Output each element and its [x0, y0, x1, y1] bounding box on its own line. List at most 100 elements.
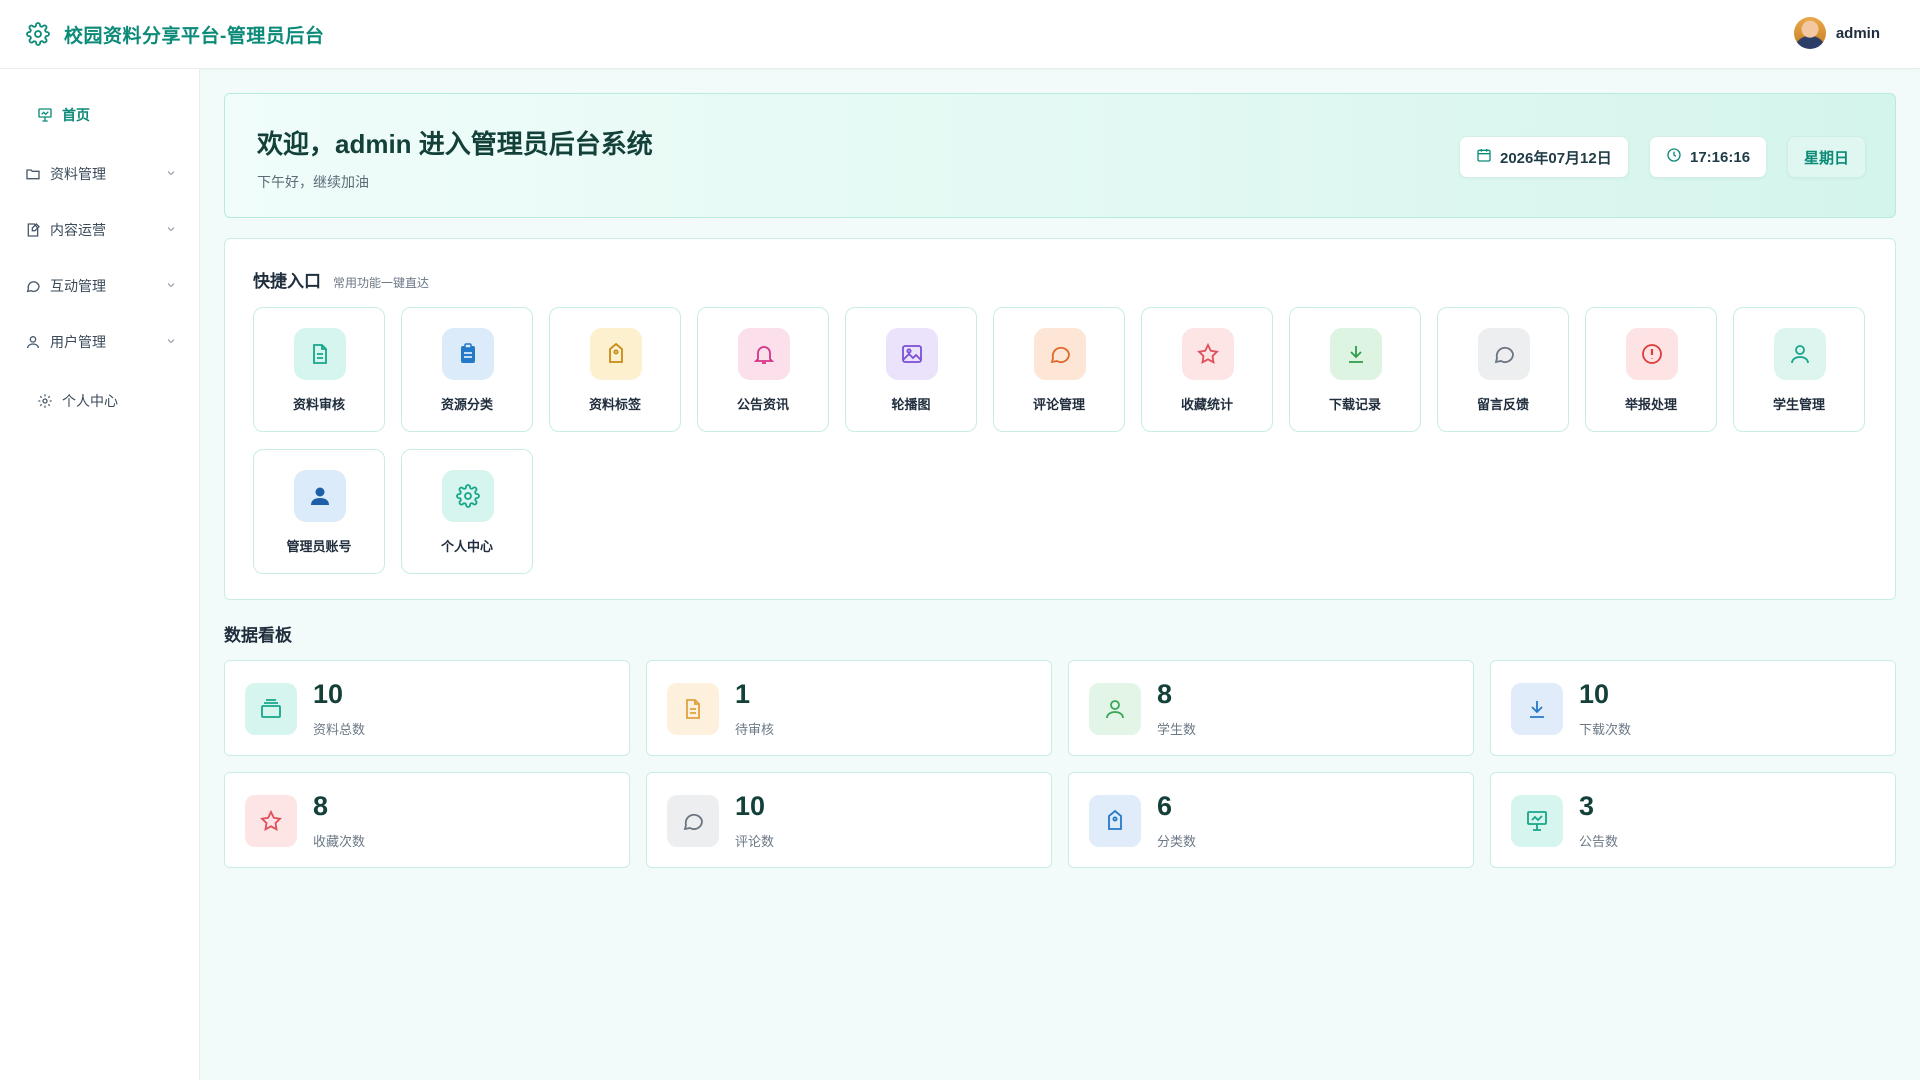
- stat-card-students[interactable]: 8 学生数: [1068, 660, 1474, 756]
- app-title: 校园资料分享平台-管理员后台: [64, 25, 325, 47]
- stat-label: 公告数: [1579, 834, 1619, 849]
- sidebar-item-label: 个人中心: [62, 393, 118, 409]
- star-icon: [1182, 328, 1234, 380]
- chevron-down-icon: [164, 278, 178, 292]
- quick-link-label: 管理员账号: [286, 539, 352, 554]
- admin-user-icon: [294, 470, 346, 522]
- quick-link-label: 资料标签: [588, 397, 641, 412]
- stat-value: 3: [1579, 791, 1595, 821]
- image-icon: [886, 328, 938, 380]
- quick-link-students[interactable]: 学生管理: [1733, 307, 1865, 432]
- quick-link-label: 下载记录: [1328, 397, 1381, 412]
- message-icon: [667, 795, 719, 847]
- stat-card-pending-review[interactable]: 1 待审核: [646, 660, 1052, 756]
- bell-icon: [738, 328, 790, 380]
- top-header: 校园资料分享平台-管理员后台 admin: [0, 0, 1920, 69]
- stat-value: 10: [1579, 679, 1610, 709]
- welcome-banner: 欢迎，admin 进入管理员后台系统 下午好，继续加油 2026年07月12日 …: [224, 93, 1896, 218]
- quick-link-label: 评论管理: [1032, 397, 1085, 412]
- quick-link-label: 个人中心: [440, 539, 493, 554]
- chat-bubble-icon: [24, 277, 42, 295]
- quick-access-header: 快捷入口 常用功能一键直达: [253, 267, 429, 292]
- presentation-chart-icon: [36, 106, 54, 124]
- stat-label: 评论数: [735, 834, 775, 849]
- sidebar-item-content[interactable]: 内容运营: [0, 210, 200, 250]
- username: admin: [1835, 24, 1880, 42]
- weekday-chip: 星期日: [1787, 136, 1867, 178]
- quick-link-carousel[interactable]: 轮播图: [845, 307, 977, 432]
- presentation-chart-icon: [1511, 795, 1563, 847]
- stat-card-categories[interactable]: 6 分类数: [1068, 772, 1474, 868]
- current-weekday: 星期日: [1804, 149, 1850, 167]
- chevron-down-icon: [164, 166, 178, 180]
- quick-link-reports[interactable]: 举报处理: [1585, 307, 1717, 432]
- tag-icon: [590, 328, 642, 380]
- current-time: 17:16:16: [1690, 148, 1751, 166]
- sidebar-item-home[interactable]: 首页: [0, 95, 200, 135]
- stack-icon: [245, 683, 297, 735]
- avatar[interactable]: [1793, 17, 1826, 49]
- chevron-down-icon: [164, 222, 178, 236]
- quick-link-favorites-stats[interactable]: 收藏统计: [1141, 307, 1273, 432]
- stat-label: 学生数: [1157, 722, 1197, 737]
- user-icon: [24, 333, 42, 351]
- stat-card-total-materials[interactable]: 10 资料总数: [224, 660, 630, 756]
- quick-access-subtitle: 常用功能一键直达: [333, 276, 430, 290]
- quick-link-label: 轮播图: [891, 397, 931, 412]
- clock-icon: [1666, 147, 1682, 167]
- quick-link-label: 收藏统计: [1180, 397, 1233, 412]
- data-board-title: 数据看板: [224, 626, 292, 645]
- chevron-down-icon: [164, 334, 178, 348]
- stat-value: 8: [1157, 679, 1173, 709]
- sidebar-item-interaction[interactable]: 互动管理: [0, 266, 200, 306]
- quick-link-label: 公告资讯: [736, 397, 789, 412]
- sidebar: 首页 资料管理 内容运营 互动管理 用户管理 个人中心: [0, 69, 200, 1080]
- stat-label: 收藏次数: [313, 834, 366, 849]
- gear-icon: [36, 392, 54, 410]
- quick-link-profile[interactable]: 个人中心: [401, 449, 533, 574]
- sidebar-item-profile[interactable]: 个人中心: [0, 381, 200, 421]
- app-logo[interactable]: 校园资料分享平台-管理员后台: [24, 20, 324, 48]
- stat-card-favorites[interactable]: 8 收藏次数: [224, 772, 630, 868]
- stat-card-announcements[interactable]: 3 公告数: [1490, 772, 1896, 868]
- stat-card-comments[interactable]: 10 评论数: [646, 772, 1052, 868]
- quick-link-comments[interactable]: 评论管理: [993, 307, 1125, 432]
- quick-link-label: 资料审核: [292, 397, 345, 412]
- gear-icon: [24, 20, 52, 48]
- quick-link-material-review[interactable]: 资料审核: [253, 307, 385, 432]
- quick-link-label: 学生管理: [1772, 397, 1825, 412]
- sidebar-item-users[interactable]: 用户管理: [0, 322, 200, 362]
- quick-access-title: 快捷入口: [253, 272, 321, 291]
- calendar-icon: [1476, 147, 1492, 167]
- quick-link-label: 举报处理: [1624, 397, 1677, 412]
- quick-link-feedback[interactable]: 留言反馈: [1437, 307, 1569, 432]
- stat-value: 6: [1157, 791, 1173, 821]
- stat-label: 下载次数: [1579, 722, 1632, 737]
- stat-card-downloads[interactable]: 10 下载次数: [1490, 660, 1896, 756]
- quick-link-announcements[interactable]: 公告资讯: [697, 307, 829, 432]
- quick-link-resource-category[interactable]: 资源分类: [401, 307, 533, 432]
- stat-label: 资料总数: [313, 722, 366, 737]
- time-chip: 17:16:16: [1649, 136, 1768, 178]
- sidebar-item-label: 资料管理: [50, 166, 106, 182]
- welcome-subtitle: 下午好，继续加油: [257, 174, 369, 190]
- quick-link-admin-accounts[interactable]: 管理员账号: [253, 449, 385, 574]
- stat-value: 10: [313, 679, 344, 709]
- sidebar-item-label: 内容运营: [50, 222, 106, 238]
- quick-link-download-records[interactable]: 下载记录: [1289, 307, 1421, 432]
- sidebar-item-materials[interactable]: 资料管理: [0, 154, 200, 194]
- gear-icon: [442, 470, 494, 522]
- quick-access-panel: 快捷入口 常用功能一键直达 资料审核 资源分类 资料标签 公告资讯 轮播图 评论…: [224, 238, 1896, 600]
- user-icon: [1089, 683, 1141, 735]
- user-icon: [1774, 328, 1826, 380]
- alert-icon: [1626, 328, 1678, 380]
- quick-link-material-tags[interactable]: 资料标签: [549, 307, 681, 432]
- date-chip: 2026年07月12日: [1459, 136, 1629, 178]
- message-icon: [1478, 328, 1530, 380]
- folder-icon: [24, 165, 42, 183]
- user-menu[interactable]: admin: [1793, 17, 1880, 49]
- sidebar-item-label: 互动管理: [50, 278, 106, 294]
- sidebar-item-label: 首页: [62, 107, 90, 123]
- stat-value: 8: [313, 791, 329, 821]
- stat-value: 1: [735, 679, 751, 709]
